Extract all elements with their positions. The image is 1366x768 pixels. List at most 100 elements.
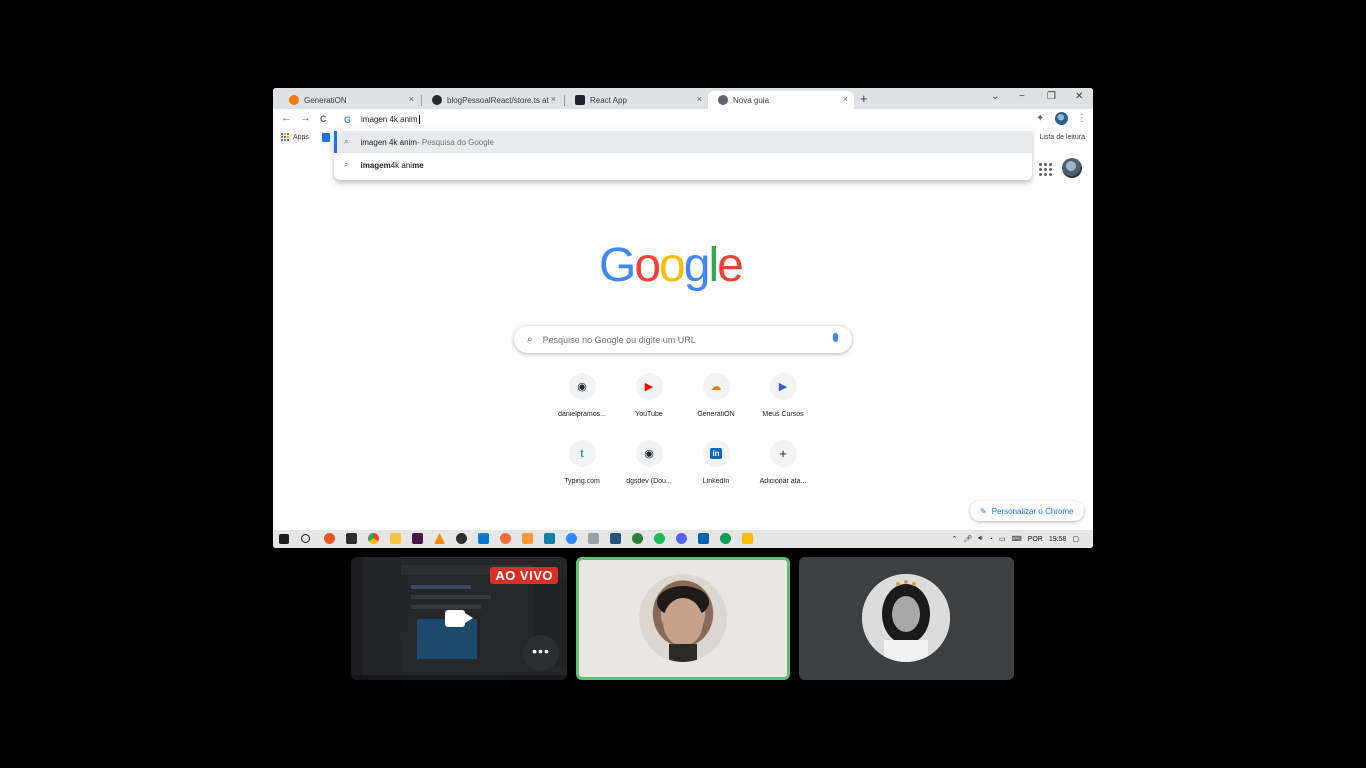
participant-tile[interactable] — [799, 557, 1014, 680]
omnibox-input[interactable]: imagen 4k anim — [361, 115, 417, 124]
new-tab-button[interactable]: + — [860, 91, 868, 106]
tab-react-app[interactable]: React App × — [565, 91, 708, 109]
generation-favicon-icon — [289, 95, 299, 105]
ntp-search-box[interactable]: ⌕ — [514, 326, 852, 353]
participant-tile-active[interactable] — [576, 557, 790, 680]
restore-button[interactable]: ❐ — [1047, 91, 1056, 102]
google-logo: Google — [599, 238, 744, 293]
photos-icon[interactable] — [698, 533, 709, 544]
wifi-icon[interactable]: ◔ — [989, 536, 993, 543]
app-icon[interactable] — [610, 533, 621, 544]
shortcut-tile[interactable]: ☁ GeneratiON — [684, 373, 748, 418]
logo-letter: e — [717, 239, 744, 292]
tab-title: React App — [590, 95, 627, 105]
tab-close-icon[interactable]: × — [409, 94, 414, 104]
shared-screen: GeneratiON × blogPessoalReact/store.ts a… — [273, 88, 1093, 548]
tab-search-button[interactable]: ⌄ — [991, 91, 999, 102]
tab-generation[interactable]: GeneratiON × — [279, 91, 420, 109]
shortcut-tile[interactable]: ▶ Meus Cursos — [751, 373, 815, 418]
ubuntu-icon[interactable] — [324, 533, 335, 544]
search-icon: ⌕ — [527, 334, 533, 345]
language-indicator[interactable]: POR — [1028, 536, 1043, 543]
reload-button[interactable]: C — [320, 114, 327, 124]
google-apps-icon[interactable] — [1039, 163, 1052, 176]
search-icon: ⌕ — [344, 160, 349, 169]
bookmark-apps[interactable]: Apps — [281, 133, 309, 141]
app-icon[interactable] — [522, 533, 533, 544]
minimize-button[interactable]: − — [1019, 91, 1025, 102]
shortcut-tile[interactable]: ◉ dgsdev (Dou... — [617, 440, 681, 485]
reading-list-button[interactable]: Lista de leitura — [1039, 134, 1085, 141]
app-icon[interactable] — [588, 533, 599, 544]
tab-close-icon[interactable]: × — [697, 94, 702, 104]
zoom-icon[interactable] — [566, 533, 577, 544]
google-g-icon: G — [344, 114, 352, 125]
mic-icon[interactable] — [833, 333, 838, 342]
tab-title: Nova guia — [733, 95, 770, 105]
clock[interactable]: 19:58 — [1049, 536, 1067, 543]
shortcut-label: dgsdev (Dou... — [626, 478, 672, 485]
shortcut-label: GeneratiON — [697, 411, 735, 418]
tab-close-icon[interactable]: × — [551, 94, 556, 104]
battery-icon[interactable]: ▭ — [999, 535, 1006, 543]
presenter-tile[interactable]: AO VIVO ••• — [351, 557, 567, 680]
shortcut-tile[interactable]: ◉ danielpramos... — [550, 373, 614, 418]
windows-start-icon[interactable] — [279, 534, 289, 544]
tab-close-icon[interactable]: × — [843, 94, 848, 104]
close-window-button[interactable]: ✕ — [1075, 91, 1083, 102]
volume-icon[interactable]: 🔊︎ — [978, 535, 982, 543]
forward-button[interactable]: → — [300, 112, 311, 124]
tab-nova-guia[interactable]: Nova guia × — [708, 91, 854, 109]
system-tray: ⌃ 🎤︎ 🔊︎ ◔ ▭ ⌨ POR 19:58 ▢ — [952, 530, 1093, 548]
obs-icon[interactable] — [456, 533, 467, 544]
premiere-icon[interactable] — [412, 533, 423, 544]
tray-chevron-icon[interactable]: ⌃ — [952, 535, 958, 543]
customize-chrome-button[interactable]: ✎ Personalizar o Chrome — [970, 501, 1084, 521]
keyboard-icon[interactable]: ⌨ — [1012, 535, 1022, 543]
more-options-button[interactable]: ••• — [523, 635, 559, 671]
app-icon[interactable] — [544, 533, 555, 544]
profile-avatar[interactable] — [1055, 112, 1068, 125]
suggestion-item[interactable]: ⌕ imagen 4k anim - Pesquisa do Google — [334, 131, 1032, 153]
tab-title: blogPessoalReact/store.ts at 18-... — [447, 95, 551, 105]
extensions-icon[interactable]: ✦ — [1036, 113, 1044, 124]
account-avatar[interactable] — [1062, 158, 1082, 178]
tab-github-store[interactable]: blogPessoalReact/store.ts at 18-... × — [422, 91, 562, 109]
menu-icon[interactable]: ⋮ — [1077, 113, 1087, 124]
drive-icon[interactable] — [742, 533, 753, 544]
vscode-icon[interactable] — [478, 533, 489, 544]
youtube-icon: ▶ — [635, 373, 663, 400]
chrome-icon[interactable] — [368, 533, 379, 544]
bookmark-icon[interactable] — [322, 133, 330, 142]
terminal-icon[interactable] — [346, 533, 357, 544]
shortcut-tile[interactable]: in LinkedIn — [684, 440, 748, 485]
spotify-icon[interactable] — [654, 533, 665, 544]
discord-icon[interactable] — [676, 533, 687, 544]
participant-avatar — [639, 574, 727, 662]
meet-stage: GeneratiON × blogPessoalReact/store.ts a… — [0, 0, 1366, 768]
postman-icon[interactable] — [500, 533, 511, 544]
file-explorer-icon[interactable] — [390, 533, 401, 544]
search-icon[interactable] — [301, 534, 310, 543]
logo-letter: g — [683, 239, 711, 292]
ntp-search-input[interactable] — [542, 334, 813, 345]
back-button[interactable]: ← — [281, 112, 292, 124]
shortcut-tile[interactable]: ▶ YouTube — [617, 373, 681, 418]
shortcut-tile[interactable]: + Adicionar ata... — [751, 440, 815, 485]
vlc-icon[interactable] — [434, 533, 445, 544]
notifications-icon[interactable]: ▢ — [1072, 535, 1079, 543]
participant-avatar — [862, 574, 950, 662]
omnibox[interactable]: G imagen 4k anim — [334, 110, 1032, 129]
participant-face-photo — [657, 586, 709, 662]
shortcut-tile[interactable]: t Typing.com — [550, 440, 614, 485]
browser-toolbar: ← → C G imagen 4k anim ✦ ⋮ — [273, 109, 1093, 129]
app-icon[interactable] — [632, 533, 643, 544]
apps-label: Apps — [293, 133, 309, 141]
edge-icon[interactable] — [720, 533, 731, 544]
suggestion-item[interactable]: ⌕ imagem 4k ani me — [334, 154, 1032, 176]
microphone-icon[interactable]: 🎤︎ — [963, 535, 972, 543]
suggestion-plain: 4k ani — [390, 160, 413, 170]
generation-icon: ☁ — [702, 373, 730, 400]
logo-letter: o — [659, 239, 686, 292]
logo-letter: G — [599, 239, 636, 292]
